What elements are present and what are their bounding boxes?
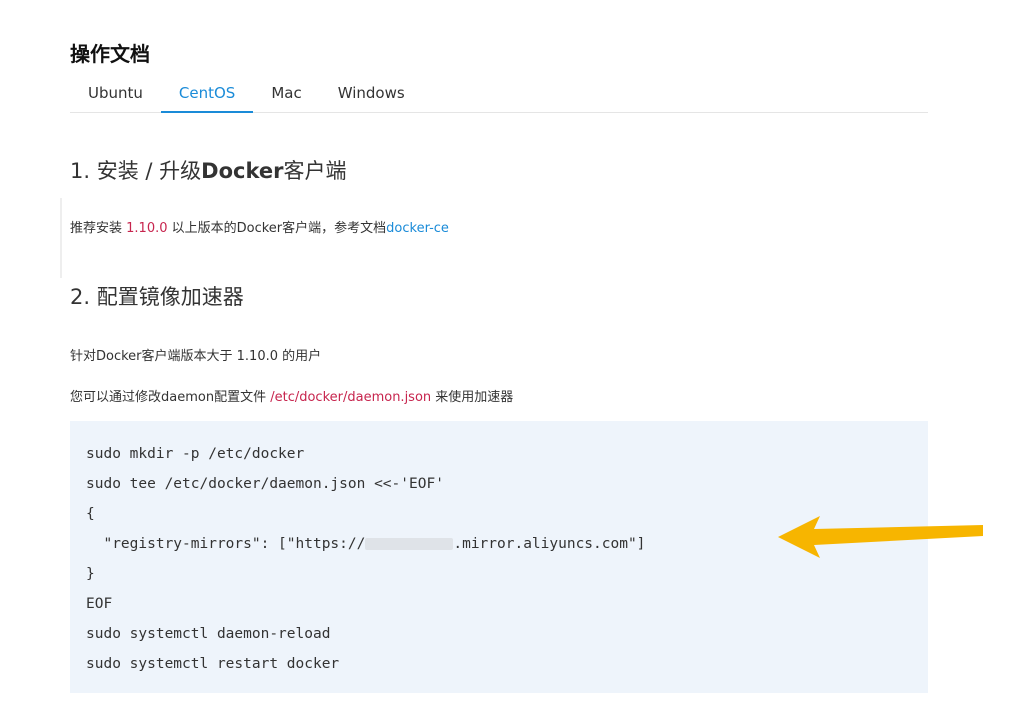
heading-suffix: 客户端 bbox=[283, 159, 347, 183]
tab-centos[interactable]: CentOS bbox=[160, 78, 254, 113]
arrow-left-icon bbox=[778, 516, 983, 558]
redacted-mirror-id bbox=[365, 538, 454, 550]
recommend-text-middle: 以上版本的Docker客户端，参考文档 bbox=[167, 221, 387, 236]
docker-ce-link[interactable]: docker-ce bbox=[386, 221, 449, 236]
heading-bold: Docker bbox=[201, 159, 284, 183]
os-tabs: Ubuntu CentOS Mac Windows bbox=[70, 78, 928, 113]
tab-mac[interactable]: Mac bbox=[271, 78, 301, 113]
version-highlight: 1.10.0 bbox=[126, 221, 168, 236]
instructions-text: 您可以通过修改daemon配置文件 bbox=[70, 390, 271, 405]
mirror-instructions: 您可以通过修改daemon配置文件 /etc/docker/daemon.jso… bbox=[70, 386, 513, 405]
section-heading-mirror: 2. 配置镜像加速器 bbox=[70, 285, 244, 309]
code-line: sudo mkdir -p /etc/docker bbox=[86, 446, 305, 462]
mirror-url-prefix: "registry-mirrors": ["https:// bbox=[86, 536, 366, 552]
code-line: sudo systemctl restart docker bbox=[86, 656, 340, 672]
mirror-url-suffix: .mirror.aliyuncs.com"] bbox=[453, 536, 646, 552]
install-recommendation: 推荐安装 1.10.0 以上版本的Docker客户端，参考文档docker-ce bbox=[70, 217, 449, 236]
tab-ubuntu[interactable]: Ubuntu bbox=[88, 78, 143, 113]
instructions-text-after: 来使用加速器 bbox=[431, 390, 514, 405]
docs-page: 操作文档 Ubuntu CentOS Mac Windows 1. 安装 / 升… bbox=[0, 0, 1032, 717]
heading-prefix: 1. 安装 / 升级 bbox=[70, 159, 202, 183]
code-line: EOF bbox=[86, 596, 113, 612]
mirror-applicability: 针对Docker客户端版本大于 1.10.0 的用户 bbox=[70, 349, 322, 364]
code-line: sudo tee /etc/docker/daemon.json <<-'EOF… bbox=[86, 476, 444, 492]
tab-windows[interactable]: Windows bbox=[338, 78, 405, 113]
page-title: 操作文档 bbox=[70, 42, 150, 66]
code-line: } bbox=[86, 566, 95, 582]
code-line: sudo systemctl daemon-reload bbox=[86, 626, 331, 642]
daemon-json-path: /etc/docker/daemon.json bbox=[270, 390, 432, 405]
quote-bar bbox=[60, 198, 62, 278]
section-heading-install: 1. 安装 / 升级Docker客户端 bbox=[70, 155, 346, 185]
recommend-text: 推荐安装 bbox=[70, 221, 127, 236]
